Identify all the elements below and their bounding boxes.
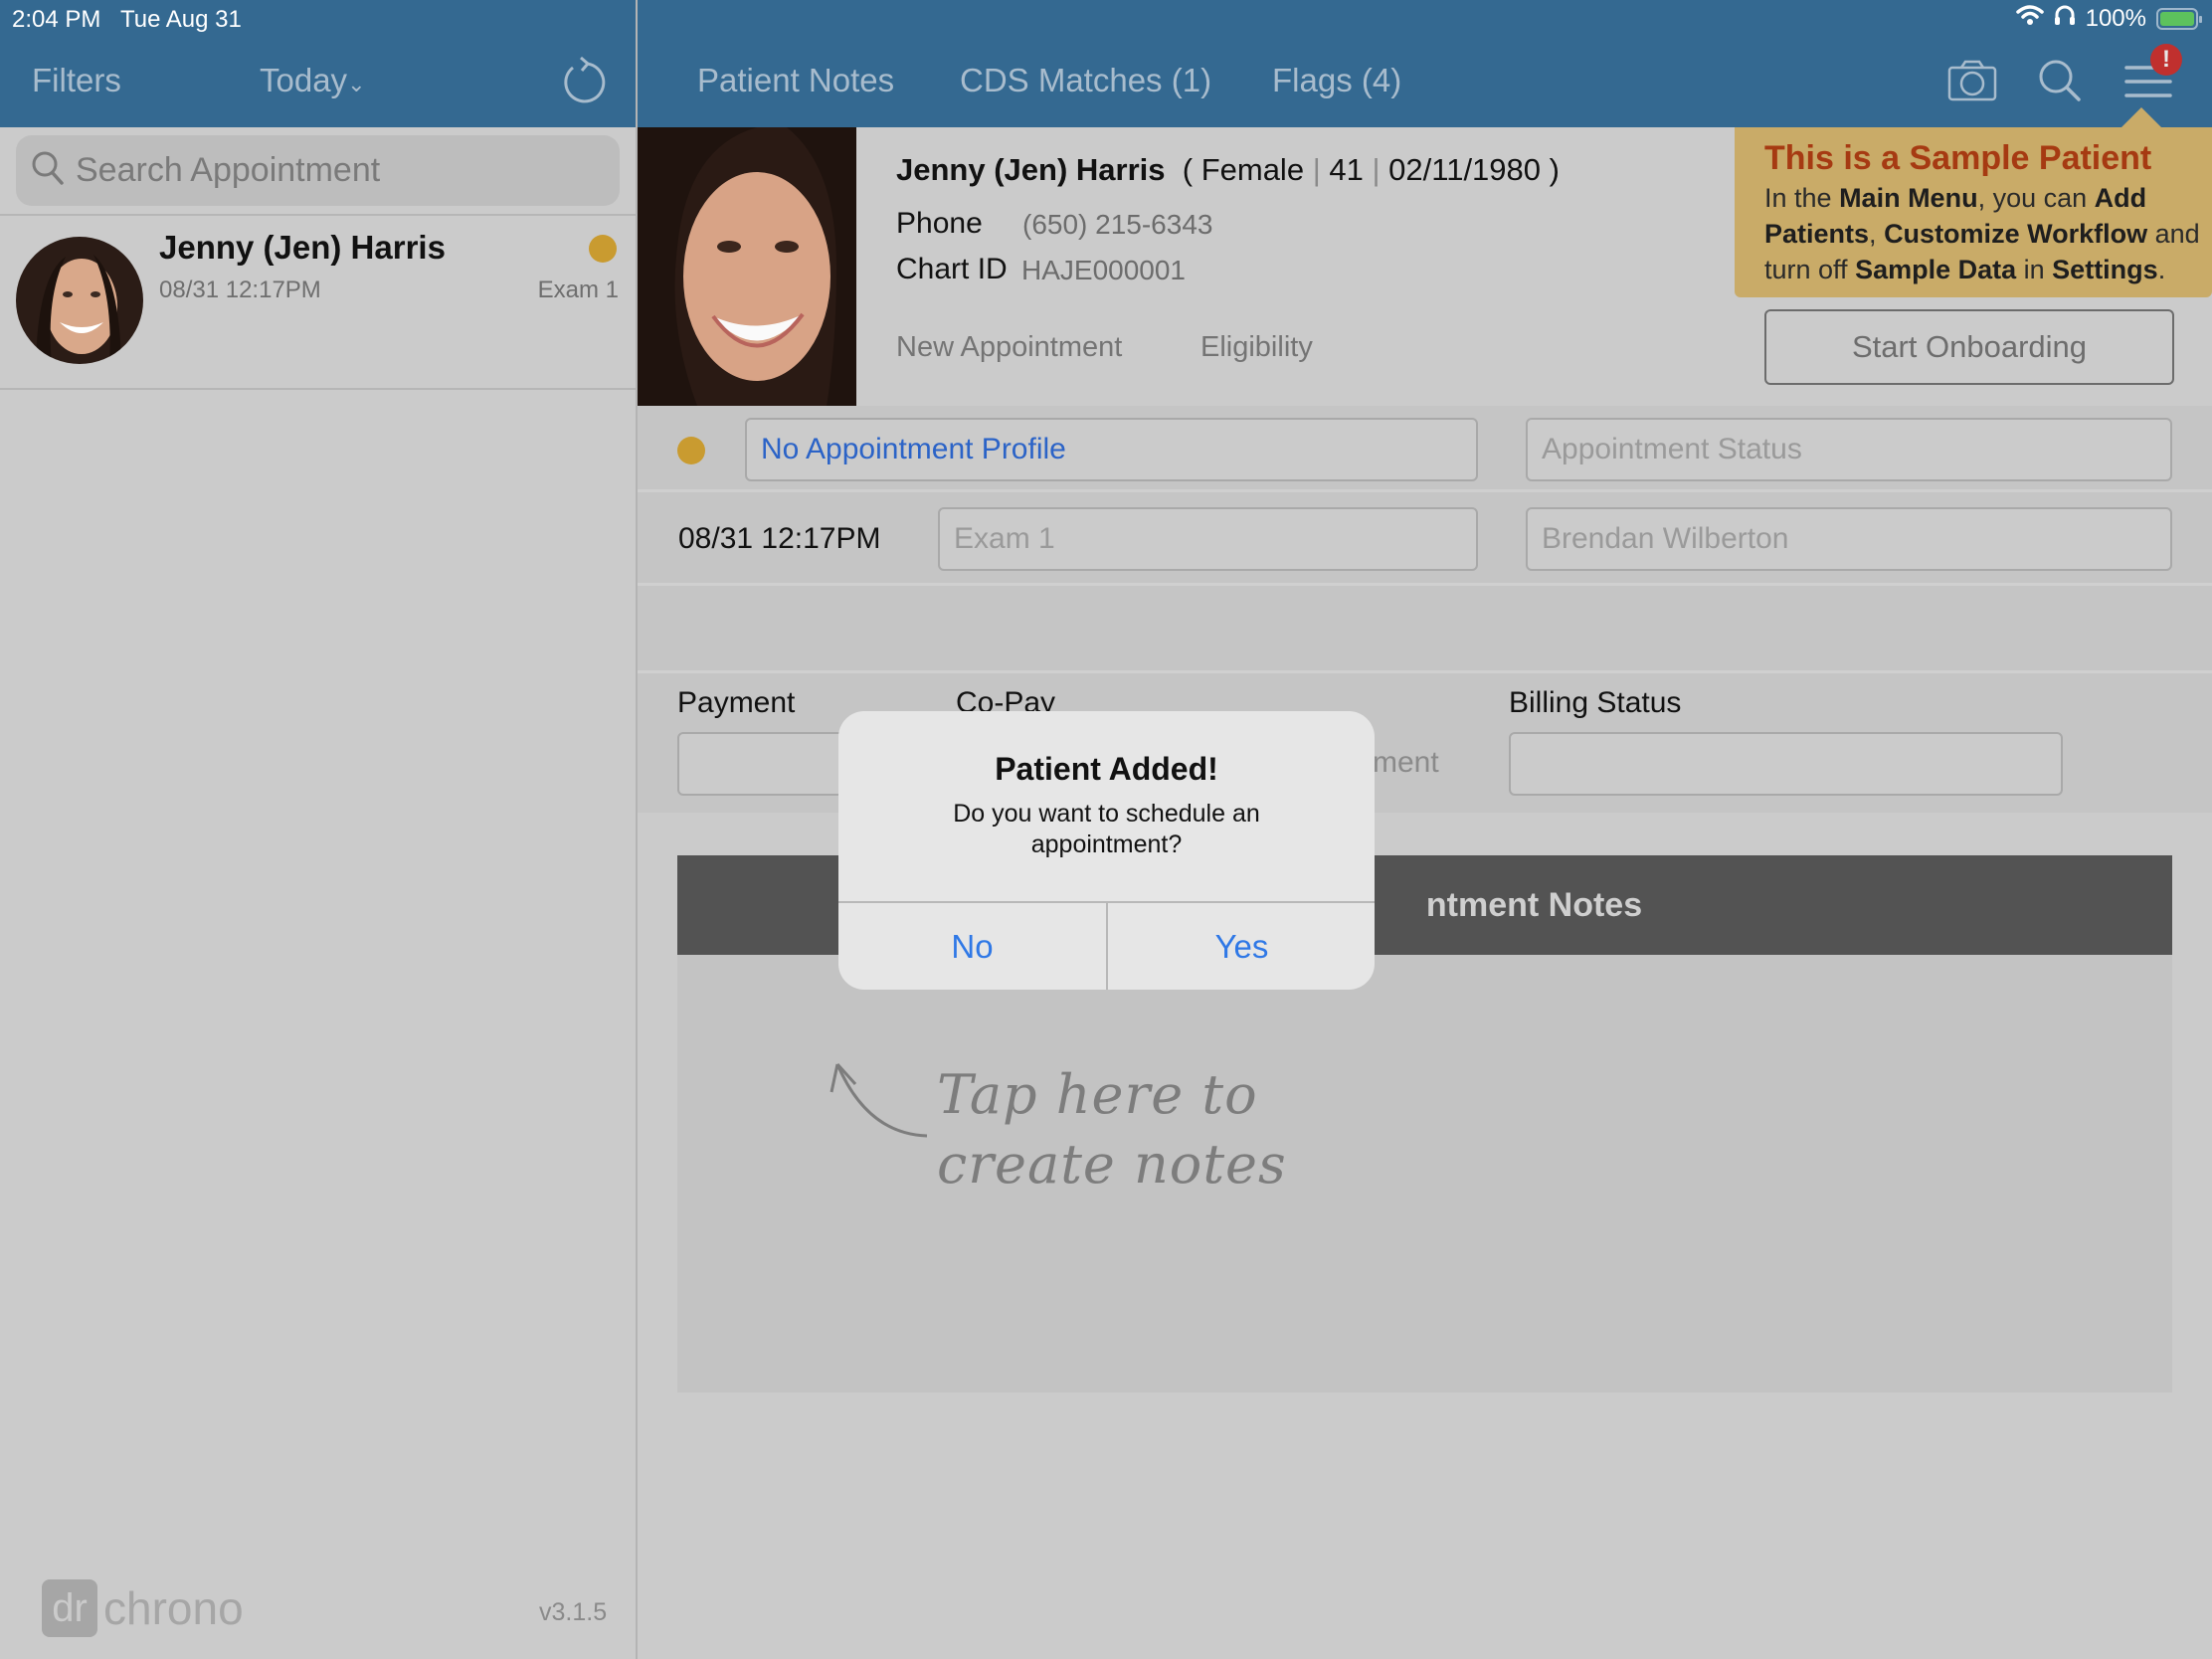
tooltip-text: in	[2016, 255, 2053, 284]
patient-chart-id: HAJE000001	[1021, 255, 1187, 285]
exam-room-field[interactable]: Exam 1	[938, 507, 1478, 571]
tab-patient-notes[interactable]: Patient Notes	[697, 62, 894, 99]
chevron-down-icon: ⌄	[347, 72, 366, 96]
tab-flags[interactable]: Flags (4)	[1272, 62, 1401, 99]
appointment-status-dot	[589, 235, 617, 263]
patient-header-name: Jenny (Jen) Harris ( Female | 41 | 02/11…	[896, 152, 1560, 188]
drchrono-logo: dr chrono	[42, 1579, 244, 1637]
appointment-status-field[interactable]: Appointment Status	[1526, 418, 2172, 481]
wifi-icon	[2015, 4, 2044, 33]
patient-gender: Female	[1200, 152, 1305, 187]
tab-cds-matches[interactable]: CDS Matches (1)	[960, 62, 1211, 99]
appointment-patient-name: Jenny (Jen) Harris	[159, 229, 446, 266]
tooltip-bold-main-menu: Main Menu	[1839, 183, 1978, 213]
appointment-status-dot	[677, 437, 705, 464]
camera-icon[interactable]	[1947, 60, 1997, 106]
headphones-icon	[2054, 4, 2076, 33]
paren-open: (	[1182, 152, 1194, 187]
status-bar-indicators: 100%	[2015, 4, 2202, 33]
battery-percent: 100%	[2085, 4, 2146, 32]
alert-badge: !	[2150, 44, 2182, 76]
app-version: v3.1.5	[539, 1598, 608, 1626]
search-placeholder: Search Appointment	[76, 151, 381, 189]
tooltip-body: In the Main Menu, you can Add Patients, …	[1764, 180, 2212, 287]
tooltip-bold-sample-data: Sample Data	[1855, 255, 2017, 284]
tooltip-text: In the	[1764, 183, 1840, 213]
tooltip-text: , you can	[1977, 183, 2095, 213]
dialog-title: Patient Added!	[995, 751, 1218, 787]
chart-id-label: Chart ID	[896, 253, 1008, 285]
payment-label: Payment	[677, 686, 796, 719]
hint-line-2: create notes	[937, 1133, 1287, 1196]
patient-avatar	[16, 237, 143, 364]
patient-phone[interactable]: (650) 215-6343	[1022, 209, 1212, 241]
refresh-icon[interactable]	[557, 56, 609, 112]
filters-button[interactable]: Filters	[32, 62, 121, 99]
billing-status-label: Billing Status	[1509, 686, 1682, 719]
billing-status-field[interactable]	[1509, 732, 2063, 796]
search-icon[interactable]	[2037, 58, 2083, 108]
date-filter-dropdown[interactable]: Today⌄	[260, 62, 366, 99]
status-time: 2:04 PM	[12, 6, 101, 33]
list-divider	[0, 388, 636, 390]
tooltip-bold-settings: Settings	[2052, 255, 2158, 284]
dialog-yes-button[interactable]: Yes	[1108, 903, 1375, 990]
notes-area[interactable]	[677, 955, 2172, 1392]
hint-line-1: Tap here to	[937, 1063, 1258, 1126]
separator: |	[1372, 152, 1381, 187]
phone-label: Phone	[896, 207, 983, 240]
start-onboarding-button[interactable]: Start Onboarding	[1764, 309, 2174, 385]
search-input[interactable]: Search Appointment	[16, 135, 620, 206]
sample-patient-tooltip[interactable]: This is a Sample Patient In the Main Men…	[1735, 127, 2212, 297]
tooltip-text: .	[2157, 255, 2166, 284]
notes-header-label: ntment Notes	[1425, 885, 1643, 924]
tooltip-bold-customize-workflow: Customize Workflow	[1884, 219, 2148, 249]
appointment-profile-field[interactable]: No Appointment Profile	[745, 418, 1478, 481]
battery-charging-icon	[2156, 7, 2202, 30]
new-appointment-link[interactable]: New Appointment	[896, 331, 1122, 364]
patient-photo[interactable]	[638, 127, 856, 406]
search-icon	[32, 151, 64, 190]
appointment-time: 08/31 12:17PM	[159, 276, 321, 303]
patient-dob: 02/11/1980	[1388, 152, 1542, 187]
patient-age: 41	[1329, 152, 1364, 187]
tooltip-arrow	[2120, 107, 2163, 129]
separator: |	[1312, 152, 1321, 187]
patient-added-dialog: Patient Added! Do you want to schedule a…	[838, 711, 1375, 990]
date-filter-label: Today	[260, 62, 348, 98]
eligibility-link[interactable]: Eligibility	[1200, 331, 1313, 364]
blank-section	[638, 586, 2212, 670]
tooltip-title: This is a Sample Patient	[1764, 139, 2152, 177]
appointment-room: Exam 1	[537, 276, 619, 303]
dialog-no-button[interactable]: No	[838, 903, 1106, 990]
status-date: Tue Aug 31	[119, 6, 242, 33]
create-notes-hint[interactable]: Tap here to create notes	[937, 1060, 1287, 1199]
dialog-message: Do you want to schedule an appointment?	[953, 800, 1260, 858]
logo-text: chrono	[103, 1582, 244, 1634]
copay-field-text[interactable]: ment	[1373, 746, 1439, 780]
status-bar-clock: 2:04 PM Tue Aug 31	[12, 6, 242, 34]
logo-mark: dr	[42, 1579, 97, 1637]
paren-close: )	[1549, 152, 1560, 187]
curved-arrow-icon	[828, 1060, 937, 1145]
tooltip-text: ,	[1869, 219, 1885, 249]
section-divider	[638, 489, 2212, 492]
patient-name: Jenny (Jen) Harris	[896, 152, 1166, 187]
provider-field[interactable]: Brendan Wilberton	[1526, 507, 2172, 571]
appointment-time[interactable]: 08/31 12:17PM	[678, 522, 880, 556]
